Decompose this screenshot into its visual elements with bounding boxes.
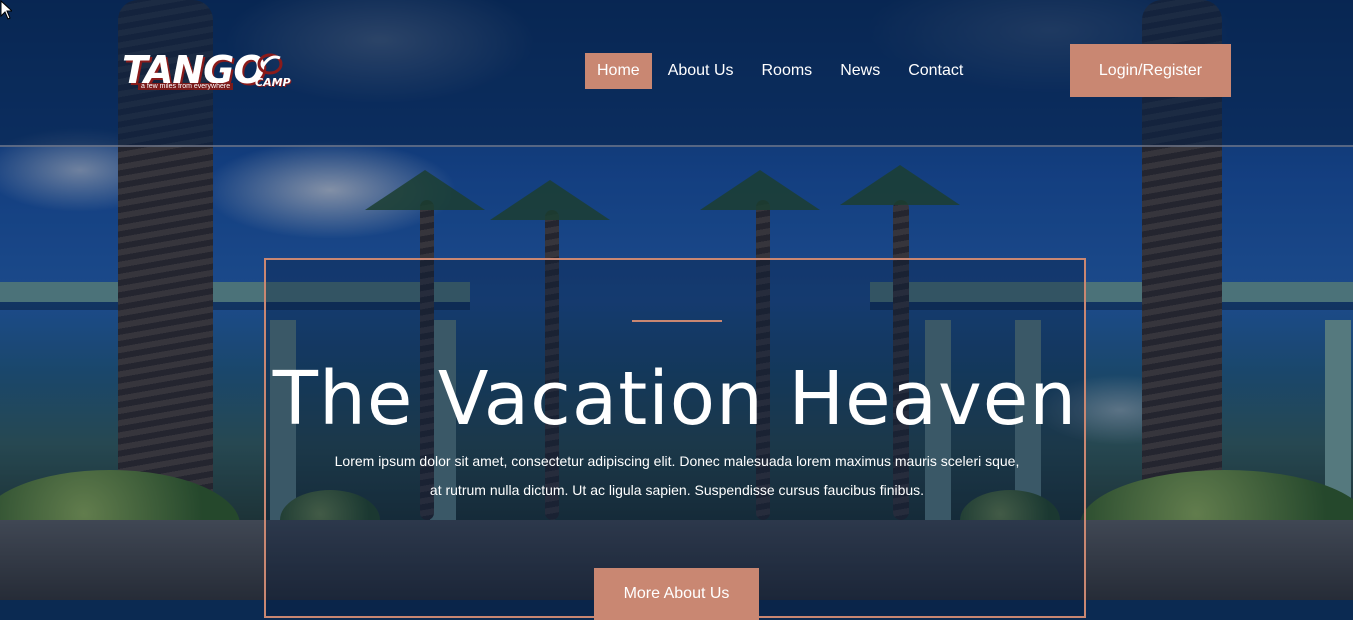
title-divider — [632, 320, 722, 322]
nav-item-about-us[interactable]: About Us — [656, 53, 746, 89]
nav-item-news[interactable]: News — [828, 53, 892, 89]
hero-title: The Vacation Heaven — [272, 356, 1078, 442]
more-about-us-button[interactable]: More About Us — [594, 568, 759, 620]
brand-logo[interactable]: TANGO a few miles from everywhere CAMP — [118, 46, 308, 100]
nav-item-rooms[interactable]: Rooms — [750, 53, 825, 89]
hero-description: Lorem ipsum dolor sit amet, consectetur … — [334, 453, 1020, 498]
brand-tagline: a few miles from everywhere — [138, 83, 234, 90]
mouse-cursor-icon — [0, 0, 12, 20]
login-register-button[interactable]: Login/Register — [1070, 44, 1231, 97]
brand-suffix: CAMP — [255, 76, 291, 89]
nav-item-home[interactable]: Home — [585, 53, 652, 89]
main-nav: Home About Us Rooms News Contact — [585, 53, 979, 89]
nav-item-contact[interactable]: Contact — [896, 53, 975, 89]
top-bar: TANGO a few miles from everywhere CAMP H… — [0, 0, 1353, 147]
logo-emblem-icon — [257, 53, 283, 75]
hero-card: The Vacation Heaven Lorem ipsum dolor si… — [264, 258, 1086, 620]
